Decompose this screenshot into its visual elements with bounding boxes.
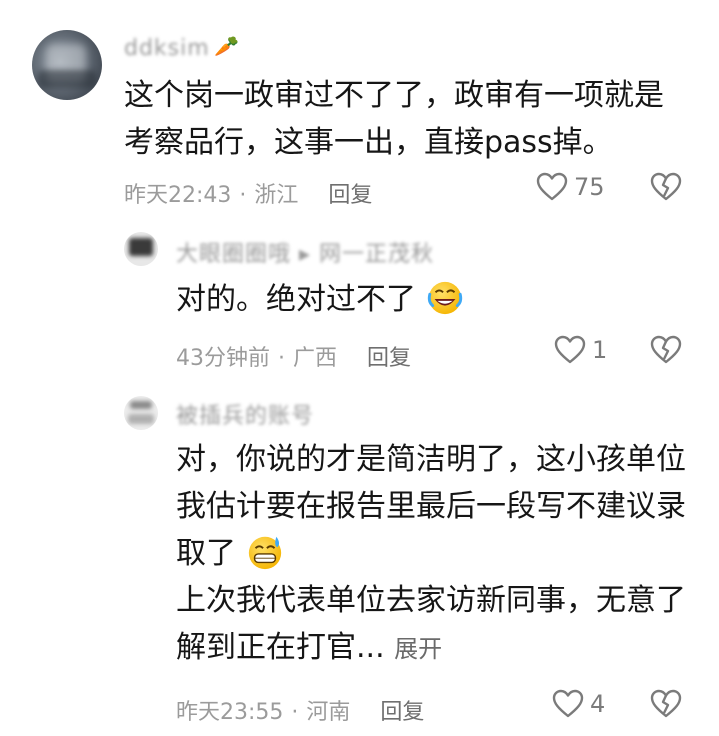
heart-icon: [554, 335, 586, 364]
broken-heart-icon: [650, 172, 682, 201]
dislike-button[interactable]: [650, 335, 682, 365]
reply-text[interactable]: 对的。绝对过不了: [176, 276, 464, 323]
like-count: 75: [574, 173, 605, 201]
reply-text[interactable]: 对，你说的才是简洁明了，这小孩单位 我估计要在报告里最后一段写不建议录 取了 上…: [176, 436, 686, 673]
timestamp: 昨天23:55: [176, 700, 284, 725]
dislike-button[interactable]: [650, 172, 682, 202]
reply-button[interactable]: 回复: [380, 700, 424, 725]
timestamp: 昨天22:43: [124, 183, 232, 208]
avatar[interactable]: [124, 396, 158, 430]
avatar[interactable]: [124, 232, 158, 266]
reply-button[interactable]: 回复: [328, 183, 372, 208]
reply-text-line: 我估计要在报告里最后一段写不建议录: [176, 489, 686, 524]
avatar[interactable]: [32, 30, 102, 100]
reply-text-line: 取了: [176, 536, 236, 571]
reply-text-line: 对的。绝对过不了: [176, 282, 416, 317]
location: 河南: [306, 700, 351, 725]
like-button[interactable]: 4: [552, 689, 605, 719]
reply-button[interactable]: 回复: [367, 346, 411, 371]
location: 浙江: [254, 183, 299, 208]
comment-text-line: 考察品行，这事一出，直接pass掉。: [124, 125, 613, 160]
heart-icon: [552, 689, 584, 718]
carrot-icon: 🥕: [214, 34, 239, 58]
dislike-button[interactable]: [650, 689, 682, 719]
username[interactable]: ddksim: [124, 36, 210, 61]
reply-meta: 43分钟前 · 广西 回复: [176, 346, 412, 371]
comment-thread: ddksim 🥕 这个岗一政审过不了了，政审有一项就是 考察品行，这事一出，直接…: [0, 0, 719, 736]
reply-meta: 昨天23:55 · 河南 回复: [176, 700, 425, 725]
grin-sweat-emoji-icon: [248, 536, 281, 569]
heart-icon: [536, 172, 568, 201]
expand-link[interactable]: 展开: [394, 635, 442, 663]
broken-heart-icon: [650, 335, 682, 364]
comment-meta: 昨天22:43 · 浙江 回复: [124, 183, 373, 208]
comment-text-line: 这个岗一政审过不了了，政审有一项就是: [124, 78, 664, 113]
reply-text-line: 上次我代表单位去家访新同事，无意了: [176, 583, 686, 618]
like-count: 4: [590, 690, 606, 718]
timestamp: 43分钟前: [176, 346, 270, 371]
username[interactable]: 被插兵的账号: [176, 398, 314, 430]
reply-text-line: 对，你说的才是简洁明了，这小孩单位: [176, 442, 686, 477]
like-count: 1: [592, 336, 608, 364]
comment-text[interactable]: 这个岗一政审过不了了，政审有一项就是 考察品行，这事一出，直接pass掉。: [124, 72, 664, 166]
location: 广西: [293, 346, 338, 371]
broken-heart-icon: [650, 689, 682, 718]
like-button[interactable]: 1: [554, 335, 607, 365]
username[interactable]: 大眼圈圈哦 ▸ 网一正茂秋: [176, 236, 434, 268]
like-button[interactable]: 75: [536, 172, 605, 202]
rofl-emoji-icon: [427, 281, 462, 314]
reply-text-line: 解到正在打官...: [176, 630, 385, 665]
